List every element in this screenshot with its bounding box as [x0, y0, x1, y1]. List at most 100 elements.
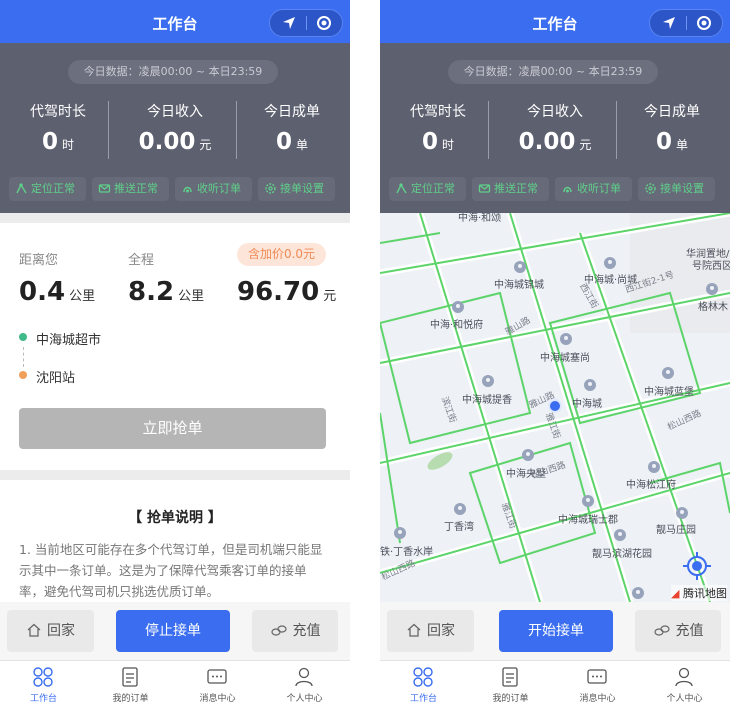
tab-workbench[interactable]: 工作台	[0, 661, 87, 708]
locate-button[interactable]	[307, 10, 343, 36]
status-label: 推送正常	[114, 182, 158, 195]
poi-pin	[648, 461, 660, 473]
poi-label: 丁香湾	[444, 522, 474, 533]
trip-value: 8.2 公里	[128, 277, 204, 307]
stat-label: 代驾时长	[410, 104, 466, 120]
tab-messages[interactable]: 消息中心	[174, 661, 261, 708]
tab-label: 工作台	[29, 694, 57, 704]
status-label: 收听订单	[197, 182, 241, 195]
stat-label: 今日收入	[147, 104, 203, 120]
poi-label: 中海·和颂	[458, 213, 502, 224]
tab-messages[interactable]: 消息中心	[554, 661, 641, 708]
date-range-pill: 今日数据：凌晨00:00 ~ 本日23:59	[68, 60, 278, 84]
status-row: 定位正常 推送正常 收听订单 接单设置	[380, 177, 730, 201]
location-check-icon	[396, 183, 407, 194]
stop-accepting-button[interactable]: 停止接单	[116, 610, 230, 652]
poi-label: 靓马庄园	[656, 525, 696, 536]
today-stats-panel: 今日数据：凌晨00:00 ~ 本日23:59 代驾时长 0时 今日收入 0.00…	[380, 43, 730, 213]
poi-label: 中海城锦城	[494, 280, 544, 291]
section-divider	[0, 213, 350, 223]
origin-place: 中海城超市	[36, 333, 102, 348]
recharge-button[interactable]: 充值	[635, 610, 721, 652]
stat-value: 0.00	[138, 129, 196, 155]
push-icon	[98, 184, 111, 193]
route-connector	[23, 347, 24, 367]
tab-profile[interactable]: 个人中心	[261, 661, 348, 708]
header-capsule	[649, 9, 723, 37]
status-settings[interactable]: 接单设置	[258, 177, 335, 201]
header-bar: 工作台	[0, 0, 350, 43]
recharge-button[interactable]: 充值	[252, 610, 338, 652]
locate-button[interactable]	[687, 10, 723, 36]
location-check-icon	[16, 183, 27, 194]
origin-dot	[19, 333, 27, 341]
status-settings[interactable]: 接单设置	[638, 177, 715, 201]
poi-pin	[582, 495, 594, 507]
status-label: 收听订单	[577, 182, 621, 195]
stat-unit: 单	[676, 138, 689, 152]
user-icon	[675, 667, 693, 687]
rules-body: 1. 当前地区可能存在多个代驾订单，但是司机端只能显示其中一条订单。这是为了保障…	[19, 542, 323, 599]
grid-icon	[413, 667, 433, 687]
start-accepting-button[interactable]: 开始接单	[499, 610, 613, 652]
poi-pin	[632, 587, 644, 599]
tab-workbench[interactable]: 工作台	[380, 661, 467, 708]
gear-icon	[645, 183, 656, 194]
tab-profile[interactable]: 个人中心	[641, 661, 728, 708]
header-bar: 工作台	[380, 0, 730, 43]
poi-label: 中海城蓝堡	[644, 387, 694, 398]
map-logo-text: 腾讯地图	[682, 587, 727, 600]
action-bar: 回家 开始接单 充值	[380, 602, 730, 660]
destination-place: 沈阳站	[36, 371, 76, 386]
crosshair-icon	[683, 552, 711, 580]
tab-my-orders[interactable]: 我的订单	[87, 661, 174, 708]
tab-label: 消息中心	[579, 694, 616, 704]
poi-pin	[514, 261, 526, 273]
map-view[interactable]: 中海·和颂 华润置地/ 号院西区 中海城锦城 中海城·尚城 格林木 中海·和悦府…	[380, 213, 730, 602]
headset-icon	[563, 186, 572, 193]
stat-value: 0	[41, 129, 58, 155]
navigate-button[interactable]	[272, 10, 308, 36]
home-icon	[407, 623, 421, 637]
grab-order-button[interactable]: 立即抢单	[19, 408, 326, 449]
status-label: 接单设置	[660, 182, 704, 195]
stat-unit: 时	[62, 138, 75, 152]
trip-number: 8.2	[128, 277, 175, 307]
stat-value: 0.00	[518, 129, 576, 155]
stat-income: 今日收入 0.00 元	[497, 101, 613, 155]
tab-label: 工作台	[409, 694, 437, 704]
stat-divider	[488, 101, 489, 159]
tab-my-orders[interactable]: 我的订单	[467, 661, 554, 708]
poi-label: 铁·丁香水岸	[380, 547, 434, 558]
push-icon	[478, 184, 491, 193]
recenter-button[interactable]	[680, 549, 714, 583]
poi-label: 中海城提香	[462, 395, 512, 406]
navigate-button[interactable]	[652, 10, 688, 36]
poi-label: 格林木	[698, 302, 728, 313]
status-location: 定位正常	[9, 177, 86, 201]
grid-icon	[33, 667, 53, 687]
poi-pin	[560, 333, 572, 345]
trip-label: 全程	[128, 253, 155, 268]
distance-label: 距离您	[19, 253, 59, 268]
price-value: 96.70 元	[237, 277, 336, 307]
recharge-label: 充值	[675, 623, 704, 639]
poi-pin	[676, 507, 688, 519]
grab-rules-section: 【 抢单说明 】 1. 当前地区可能存在多个代驾订单，但是司机端只能显示其中一条…	[0, 480, 350, 602]
map-logo-mark: ◢	[671, 587, 683, 600]
action-bar: 回家 停止接单 充值	[0, 602, 350, 660]
today-stats-panel: 今日数据：凌晨00:00 ~ 本日23:59 代驾时长 0时 今日收入 0.00…	[0, 43, 350, 213]
poi-pin	[584, 379, 596, 391]
stat-income: 今日收入 0.00 元	[117, 101, 233, 155]
home-label: 回家	[427, 623, 455, 639]
go-home-button[interactable]: 回家	[387, 610, 474, 652]
poi-pin	[452, 301, 464, 313]
stat-label: 代驾时长	[30, 104, 86, 120]
poi-label: 中海松江府	[626, 480, 676, 491]
go-home-button[interactable]: 回家	[7, 610, 94, 652]
poi-label: 靓马滨湖花园	[592, 549, 652, 560]
header-capsule	[269, 9, 343, 37]
stat-drive-hours: 代驾时长 0时	[380, 101, 496, 155]
headset-icon	[183, 186, 192, 193]
poi-label: 号院西区	[692, 261, 730, 272]
